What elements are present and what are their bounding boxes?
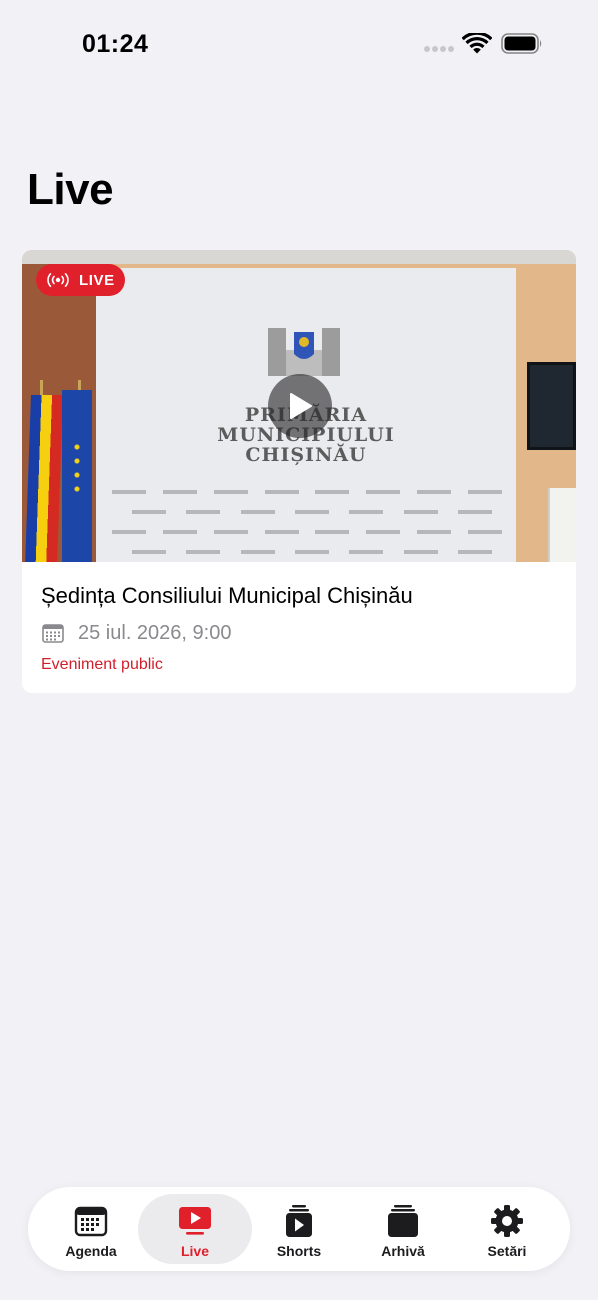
tab-setari-label: Setări bbox=[487, 1243, 527, 1259]
event-date-row: 25 iul. 2026, 9:00 bbox=[41, 620, 231, 646]
battery-icon bbox=[501, 33, 542, 54]
air-conditioner bbox=[548, 488, 576, 562]
tab-arhiva[interactable]: Arhivă bbox=[346, 1194, 460, 1264]
eu-flag bbox=[62, 390, 92, 562]
calendar-icon bbox=[74, 1206, 108, 1237]
gear-icon bbox=[491, 1205, 523, 1237]
tab-arhiva-label: Arhivă bbox=[381, 1243, 425, 1259]
wifi-icon bbox=[462, 33, 492, 54]
calendar-icon bbox=[42, 624, 64, 643]
live-event-card[interactable]: PRIMĂRIA MUNICIPIULUI CHIȘINĂU LIVE Ședi… bbox=[22, 250, 576, 693]
tab-live[interactable]: Live bbox=[138, 1194, 252, 1264]
cellular-signal-icon bbox=[424, 46, 454, 52]
status-time: 01:24 bbox=[82, 30, 149, 58]
page-title: Live bbox=[27, 165, 114, 214]
tab-setari[interactable]: Setări bbox=[450, 1194, 564, 1264]
tv-play-icon bbox=[179, 1207, 211, 1235]
play-icon bbox=[290, 393, 312, 419]
tab-agenda[interactable]: Agenda bbox=[34, 1194, 148, 1264]
play-button[interactable] bbox=[268, 374, 332, 438]
tab-live-label: Live bbox=[180, 1243, 209, 1259]
event-date: 25 iul. 2026, 9:00 bbox=[78, 621, 232, 644]
stack-icon bbox=[388, 1205, 418, 1237]
tab-shorts[interactable]: Shorts bbox=[242, 1194, 356, 1264]
event-visibility-tag: Eveniment public bbox=[41, 656, 163, 673]
tab-shorts-label: Shorts bbox=[276, 1243, 322, 1259]
tab-agenda-label: Agenda bbox=[65, 1243, 117, 1259]
live-badge-label: LIVE bbox=[79, 271, 115, 289]
tab-bar: Agenda Live Shorts Arhivă Setări bbox=[28, 1187, 570, 1271]
shorts-play-icon bbox=[286, 1205, 312, 1237]
status-bar: 01:24 bbox=[0, 0, 598, 90]
wall-tv bbox=[527, 362, 576, 450]
live-badge: LIVE bbox=[36, 264, 125, 296]
city-coat-of-arms-icon bbox=[268, 328, 340, 376]
video-thumbnail[interactable]: PRIMĂRIA MUNICIPIULUI CHIȘINĂU LIVE bbox=[22, 250, 576, 562]
event-title: Ședința Consiliului Municipal Chișinău bbox=[41, 583, 413, 608]
banner-text-line-3: CHIȘINĂU bbox=[245, 444, 367, 466]
broadcast-icon bbox=[47, 273, 69, 287]
moldova-flag bbox=[25, 395, 63, 562]
